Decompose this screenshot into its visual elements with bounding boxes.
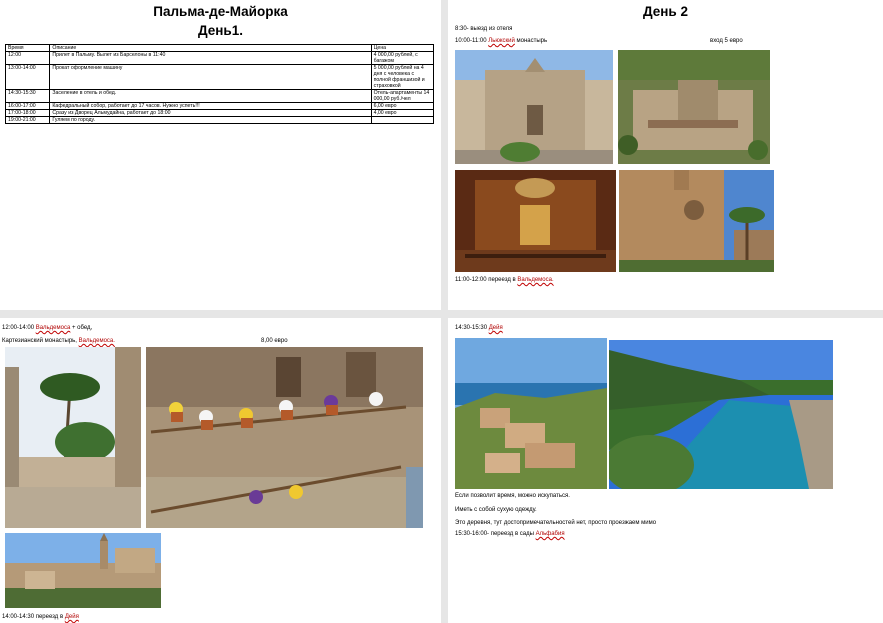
cell-price: 5 000,00 рублей на 4 дня с человека с по… (370, 64, 435, 90)
valldemossa-line: 12:00-14:00 Вальдемоса + обед, (2, 325, 93, 331)
day-heading: День 2 (642, 4, 688, 19)
table-row: 13:00-14:00 Прокат оформление машину 5 0… (4, 64, 435, 90)
cell-time: 19:00-21:00 (4, 116, 51, 124)
transfer-line: 14:00-14:30 переезд в Дейя (2, 614, 79, 620)
cell-time: 17:00-18:00 (4, 109, 51, 117)
flower-pots-wall-photo (146, 347, 423, 528)
departure-line: 8:30- выезд из отеля (455, 26, 513, 32)
page-title: Пальма-де-Майорка (153, 4, 288, 19)
cell-price: Отель-апартаменты 14 000,00 руб./чел (370, 89, 435, 103)
deia-village-photo (455, 338, 607, 489)
gardens-transfer-line: 15:30-16:00- переезд в сады Альфабия (455, 531, 565, 537)
cell-time: 13:00-14:00 (4, 64, 51, 90)
cell-description: Прилет в Пальму. Вылет из Барселоны в 11… (49, 51, 372, 65)
cell-description: Кафедральный собор, работает до 17 часов… (49, 102, 372, 110)
church-palm-photo (619, 170, 774, 272)
cell-time: 12:00 (4, 51, 51, 65)
document-page-day1: Пальма-де-Майорка День1. Время Описание … (0, 0, 441, 310)
document-page-valldemossa: 12:00-14:00 Вальдемоса + обед, Картезиан… (0, 318, 441, 623)
cell-description: Сразу из Дворец Альмудайна, работает до … (49, 109, 372, 117)
cell-description: Гуляем по городу. (49, 116, 372, 124)
monastery-facade-photo (455, 50, 613, 164)
header-price: Цена (370, 44, 435, 52)
cell-price: 6,00 евро (370, 102, 435, 110)
cell-time: 16:00-17:00 (4, 102, 51, 110)
basilica-interior-photo (455, 170, 616, 272)
deia-line: 14:30-15:30 Дейя (455, 325, 503, 331)
monastery-line: 10:00-11:00 Льюкский монастырь (455, 38, 548, 44)
cell-description: Заселение в отель и обед. (49, 89, 372, 103)
entrance-price: вход 5 евро (710, 38, 743, 44)
document-page-deia: 14:30-15:30 Дейя Если позволит время, мо… (448, 318, 883, 623)
cell-time: 14:30-15:30 (4, 89, 51, 103)
cell-description: Прокат оформление машину (49, 64, 372, 90)
swim-note: Если позволит время, можно искупаться. (455, 493, 570, 499)
cell-price: 4,00 евро (370, 109, 435, 117)
table-row: 17:00-18:00 Сразу из Дворец Альмудайна, … (4, 109, 435, 117)
alley-palm-photo (5, 347, 141, 528)
monastery-price: 8,00 евро (261, 338, 288, 344)
table-row: 16:00-17:00 Кафедральный собор, работает… (4, 102, 435, 110)
schedule-table: Время Описание Цена 12:00 Прилет в Пальм… (4, 44, 435, 124)
table-row: 19:00-21:00 Гуляем по городу. (4, 116, 435, 124)
cove-sea-photo (609, 340, 833, 489)
header-time: Время (4, 44, 51, 52)
table-row: 14:30-15:30 Заселение в отель и обед. От… (4, 89, 435, 103)
village-note: Это деревня, тут достопримечательностей … (455, 520, 657, 526)
transfer-line: 11:00-12:00 переезд в Вальдемоса. (455, 277, 554, 283)
carthusian-line: Картезианский монастырь, Вальдемоса. (2, 338, 115, 344)
day-heading: День1. (197, 23, 243, 38)
header-description: Описание (49, 44, 372, 52)
table-row: 12:00 Прилет в Пальму. Вылет из Барселон… (4, 51, 435, 65)
monastery-aerial-photo (618, 50, 770, 164)
document-page-day2: День 2 8:30- выезд из отеля 10:00-11:00 … (448, 0, 883, 310)
clothes-note: Иметь с собой сухую одежду. (455, 507, 537, 513)
table-header-row: Время Описание Цена (4, 44, 435, 52)
valldemossa-village-photo (5, 533, 161, 608)
cell-price (370, 116, 435, 124)
cell-price: 4 000,00 рублей, с багажом (370, 51, 435, 65)
